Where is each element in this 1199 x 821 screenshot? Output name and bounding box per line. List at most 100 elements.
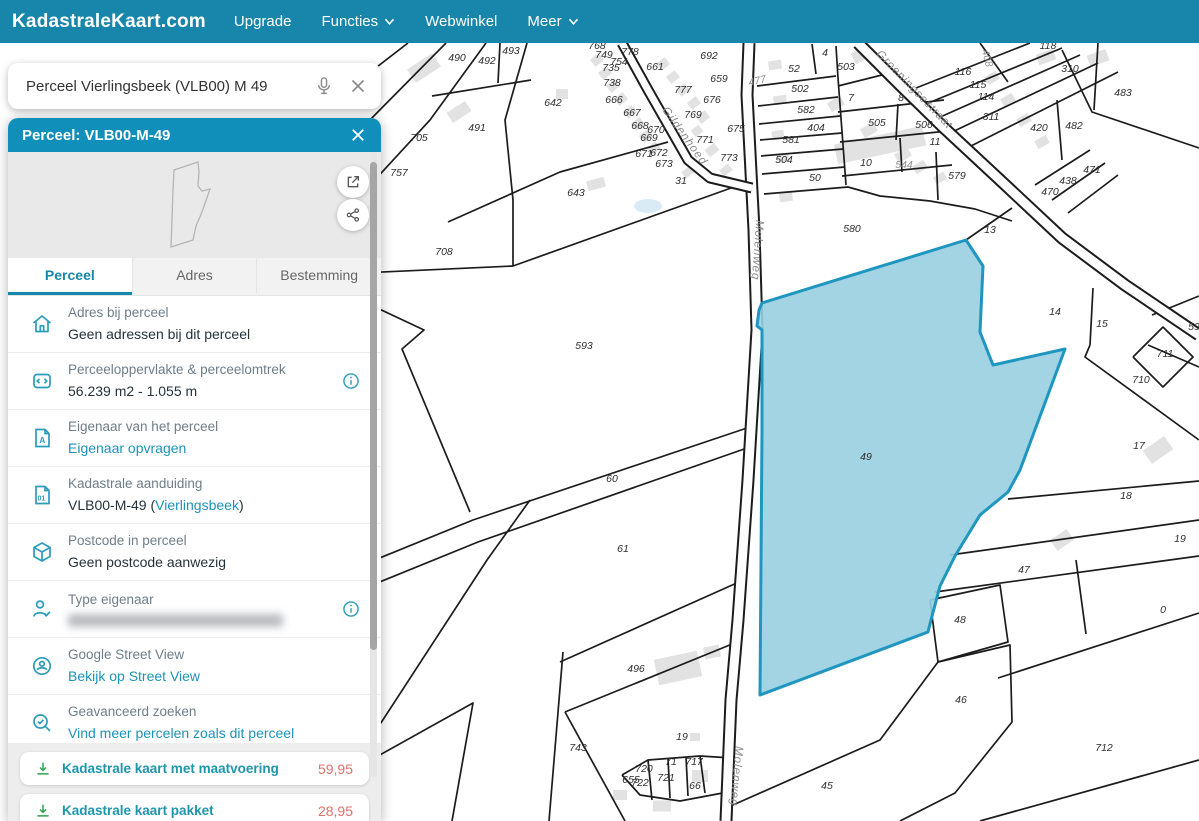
product-label: Kadastrale kaart pakket <box>62 803 318 818</box>
parcel-number-label: 470 <box>1041 186 1059 198</box>
panel-rows: Adres bij perceel Geen adressen bij dit p… <box>8 296 381 751</box>
parcel-number-label: 582 <box>797 104 815 116</box>
search-bar <box>8 63 381 109</box>
nav-upgrade[interactable]: Upgrade <box>234 13 292 30</box>
parcel-number-label: 19 <box>676 731 688 743</box>
building <box>690 733 700 741</box>
parcel-panel: Perceel: VLB00-M-49 Perceel Adres Bestem… <box>8 118 381 821</box>
row-value: Geen postcode aanwezig <box>68 553 226 572</box>
parcel-number-label: 743 <box>569 742 587 754</box>
row-title: Eigenaar van het perceel <box>68 418 218 436</box>
parcel-number-label: 666 <box>605 94 623 106</box>
parcel-number-label: 655 <box>622 774 640 786</box>
parcel-number-label: 502 <box>791 83 809 95</box>
microphone-icon[interactable] <box>313 75 335 97</box>
panel-row: A Eigenaar van het perceel Eigenaar opvrag… <box>8 409 381 466</box>
parcel-number-label: 492 <box>478 55 496 67</box>
redacted-value <box>68 614 283 627</box>
parcel-number-label: 115 <box>970 79 987 91</box>
parcel-number-label: 116 <box>955 66 972 78</box>
download-icon <box>34 802 52 820</box>
streetview-icon <box>30 654 54 678</box>
product-price: 59,95 <box>318 761 353 777</box>
parcel-number-label: 504 <box>775 154 793 166</box>
nav-functies[interactable]: Functies <box>321 13 395 30</box>
parcel-outline-shape <box>158 160 233 252</box>
info-icon[interactable] <box>341 599 361 619</box>
parcel-number-label: 580 <box>843 223 861 235</box>
parcel-number-label: 491 <box>468 122 486 134</box>
parcel-number-label: 17 <box>1133 440 1146 452</box>
tab-bestemming[interactable]: Bestemming <box>256 258 381 295</box>
advanced-search-icon <box>30 711 54 735</box>
row-value: Geen adressen bij dit perceel <box>68 325 250 344</box>
panel-title: Perceel: VLB00-M-49 <box>22 127 349 144</box>
parcel-number-label: 471 <box>1083 164 1101 176</box>
parcel-number-label: 438 <box>1059 175 1077 187</box>
panel-row: 01Kadastrale aanduidingVLB00-M-49 (Vierl… <box>8 466 381 523</box>
tab-perceel[interactable]: Perceel <box>8 258 132 295</box>
clear-search-icon[interactable] <box>347 75 369 97</box>
nav-webwinkel[interactable]: Webwinkel <box>425 13 497 30</box>
search-input[interactable] <box>24 77 313 96</box>
parcel-number-label: 310 <box>1061 63 1079 75</box>
row-link[interactable]: Vierlingsbeek <box>155 497 239 513</box>
parcel-number-label: 61 <box>617 543 629 555</box>
close-icon[interactable] <box>349 126 367 144</box>
parcel-number-label: 712 <box>1095 742 1113 754</box>
parcel-number-label: 46 <box>955 694 967 706</box>
row-value: VLB00-M-49 (Vierlingsbeek) <box>68 496 244 515</box>
parcel-number-label: 11 <box>930 136 941 148</box>
parcel-number-label: 778 <box>621 46 639 58</box>
parcel-number-label: 482 <box>1065 120 1083 132</box>
parcel-preview <box>8 152 381 258</box>
parcel-number-label: 643 <box>567 187 585 199</box>
panel-row: Perceeloppervlakte & perceelomtrek56.239… <box>8 352 381 409</box>
row-link[interactable]: Eigenaar opvragen <box>68 439 218 458</box>
product-button[interactable]: Kadastrale kaart pakket28,95 <box>20 794 369 821</box>
row-link[interactable]: Bekijk op Street View <box>68 667 200 686</box>
parcel-number-label: 13 <box>984 224 996 236</box>
parcel-number-label: 771 <box>696 134 714 146</box>
building <box>613 790 627 800</box>
parcel-number-label: 490 <box>448 52 466 64</box>
parcel-number-label: 505 <box>868 117 886 129</box>
row-title: Adres bij perceel <box>68 304 250 322</box>
parcel-number-label: 757 <box>390 167 409 179</box>
product-price: 28,95 <box>318 803 353 819</box>
parcel-number-label: 506 <box>915 119 933 131</box>
parcel-number-label: 4 <box>822 47 828 59</box>
info-icon[interactable] <box>341 371 361 391</box>
download-icon <box>34 760 52 778</box>
product-buttons: Kadastrale kaart met maatvoering59,95 Kad… <box>8 743 381 821</box>
parcel-number-label: 711 <box>1157 348 1174 360</box>
parcel-number-label: 705 <box>410 132 428 144</box>
tab-adres[interactable]: Adres <box>132 258 257 295</box>
panel-row: Postcode in perceelGeen postcode aanwezi… <box>8 523 381 580</box>
parcel-number-label: 777 <box>674 84 693 96</box>
main-nav: Upgrade Functies Webwinkel Meer <box>234 13 579 30</box>
parcel-number-label: 14 <box>1049 306 1061 318</box>
row-title: Kadastrale aanduiding <box>68 475 244 493</box>
parcel-number-label: 493 <box>502 45 520 57</box>
scrollbar-thumb[interactable] <box>370 162 377 650</box>
chevron-down-icon <box>568 18 579 26</box>
row-link[interactable]: Vind meer percelen zoals dit perceel <box>68 724 294 743</box>
building <box>768 60 782 71</box>
panel-scrollbar <box>370 152 377 777</box>
parcel-number-label: 311 <box>983 111 1000 123</box>
panel-row: Google Street ViewBekijk op Street View <box>8 637 381 694</box>
nav-meer[interactable]: Meer <box>527 13 578 30</box>
parcel-number-label: 738 <box>603 77 621 89</box>
owner-doc-icon: A <box>30 426 54 450</box>
product-button[interactable]: Kadastrale kaart met maatvoering59,95 <box>20 752 369 785</box>
share-button[interactable] <box>337 199 369 231</box>
parcel-number-label: 48 <box>954 614 966 626</box>
parcel-number-label: 47 <box>1018 564 1031 576</box>
cube-icon <box>30 540 54 564</box>
pond <box>634 199 662 213</box>
open-external-button[interactable] <box>337 166 369 198</box>
person-check-icon <box>30 597 54 621</box>
parcel-number-label: 10 <box>860 157 872 169</box>
site-logo[interactable]: KadastraleKaart.com <box>12 11 206 33</box>
